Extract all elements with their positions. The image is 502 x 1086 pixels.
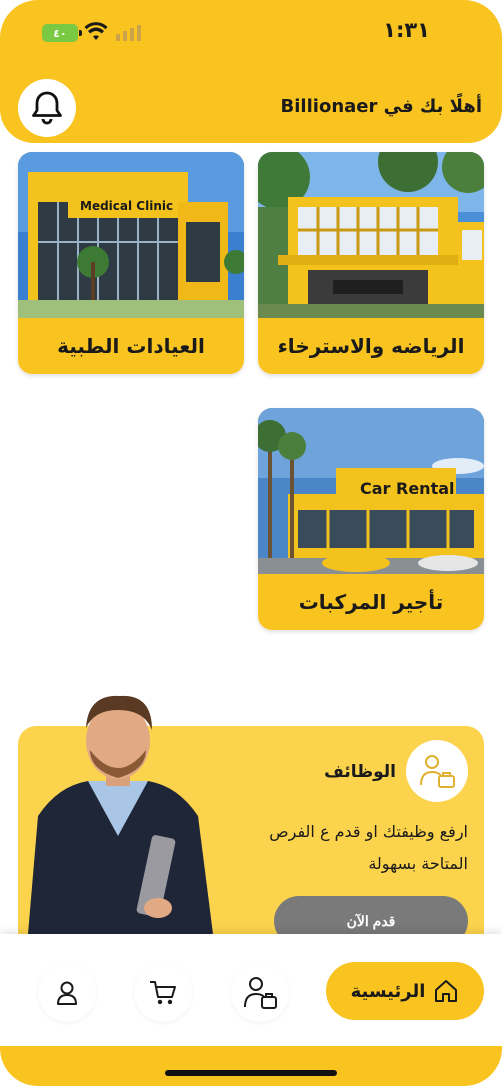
status-bar: ٤٠ ١:٣١ [0,0,502,62]
cart-icon [150,981,176,1005]
bottom-navigation: الرئيسية [0,934,502,1046]
jobs-icon-circle [406,740,468,802]
category-label: تأجير المركبات [298,590,444,614]
category-card-car-rental[interactable]: Car Rental تأجير المركبات [258,408,484,630]
home-icon [435,980,458,1002]
battery-icon: ٤٠ [42,24,82,42]
bell-icon [32,91,62,125]
category-card-medical[interactable]: Medical Clinic العيادات الطبية [18,152,244,374]
wifi-icon [84,22,108,40]
category-card-sports[interactable]: الرياضه والاسترخاء [258,152,484,374]
businessman-photo [18,686,218,934]
battery-level: ٤٠ [53,26,67,40]
nav-profile-button[interactable] [38,964,96,1022]
category-label: الرياضه والاسترخاء [277,334,465,358]
jobs-banner[interactable]: الوظائف ارفع وظيفتك او قدم ع الفرص المتا… [18,695,484,948]
jobs-description: ارفع وظيفتك او قدم ع الفرص المتاحة بسهول… [269,822,468,873]
user-icon [57,981,77,1005]
category-label: العيادات الطبية [57,334,205,358]
notifications-button[interactable] [18,79,76,137]
sports-building-photo [258,152,484,318]
job-seeker-icon [420,755,455,788]
nav-cart-button[interactable] [134,964,192,1022]
app-screen: ٤٠ ١:٣١ أهلًا بك في Billionaer الرياضه و… [0,0,502,1086]
medical-clinic-photo: Medical Clinic [18,152,244,318]
footer-bar [0,1046,502,1086]
signal-icon [116,25,141,41]
car-rental-photo: Car Rental [258,408,484,574]
home-indicator [165,1070,337,1076]
header: ٤٠ ١:٣١ أهلًا بك في Billionaer [0,0,502,143]
job-seeker-icon [244,977,277,1009]
nav-home-button[interactable]: الرئيسية [326,962,484,1020]
nav-home-label: الرئيسية [350,980,426,1002]
welcome-text: أهلًا بك في Billionaer [280,96,482,117]
jobs-title: الوظائف [324,762,396,782]
nav-jobs-button[interactable] [231,964,289,1022]
clinic-sign: Medical Clinic [80,199,173,213]
clock: ١:٣١ [383,18,430,42]
car-rental-sign: Car Rental [360,479,455,498]
